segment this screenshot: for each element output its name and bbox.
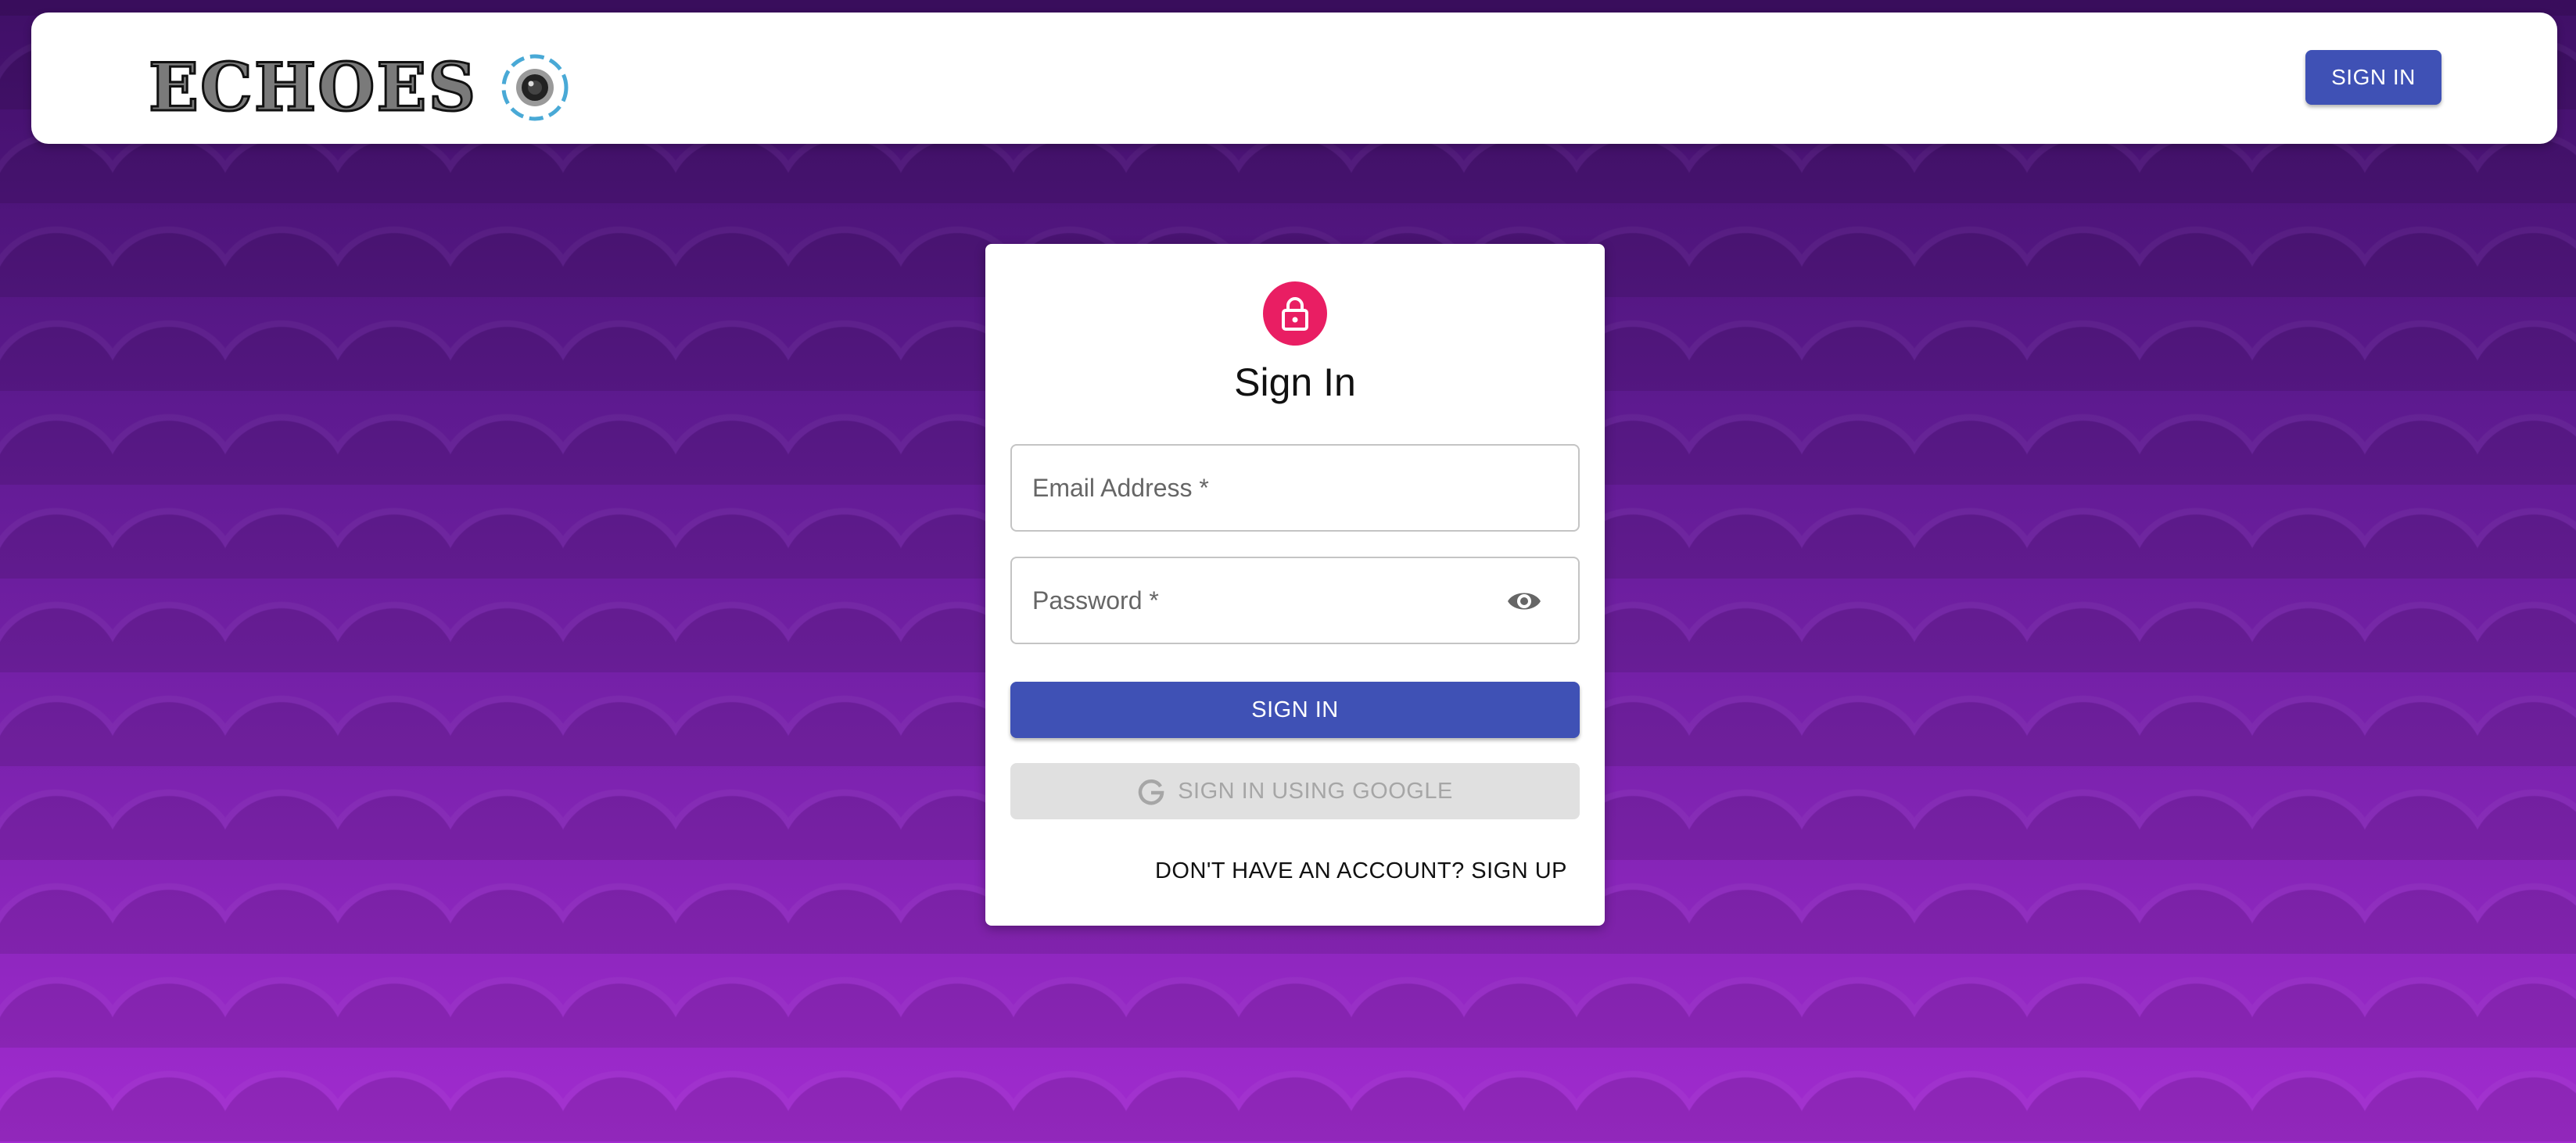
lock-avatar xyxy=(1263,281,1327,346)
email-input[interactable] xyxy=(1028,461,1500,518)
google-signin-button[interactable]: SIGN IN USING GOOGLE xyxy=(1010,763,1580,819)
signin-title: Sign In xyxy=(1234,360,1356,404)
eye-icon[interactable] xyxy=(1506,588,1542,614)
signup-link[interactable]: DON'T HAVE AN ACCOUNT? SIGN UP xyxy=(1155,858,1567,884)
camera-lens-icon xyxy=(501,54,569,121)
signin-card: Sign In Email Address * Password * SIGN … xyxy=(985,244,1605,926)
logo-text: ECHOES xyxy=(147,48,478,126)
password-field[interactable]: Password * xyxy=(1010,557,1580,644)
nav-signin-button[interactable]: SIGN IN xyxy=(2305,50,2441,105)
lock-icon xyxy=(1282,297,1308,331)
email-field[interactable]: Email Address * xyxy=(1010,444,1580,532)
google-signin-label: SIGN IN USING GOOGLE xyxy=(1178,778,1453,804)
google-g-icon xyxy=(1138,779,1164,805)
app-logo[interactable]: ECHOES xyxy=(147,48,569,126)
top-navbar: ECHOES SIGN IN xyxy=(31,13,2557,144)
password-input[interactable] xyxy=(1028,574,1500,630)
signin-button[interactable]: SIGN IN xyxy=(1010,682,1580,738)
